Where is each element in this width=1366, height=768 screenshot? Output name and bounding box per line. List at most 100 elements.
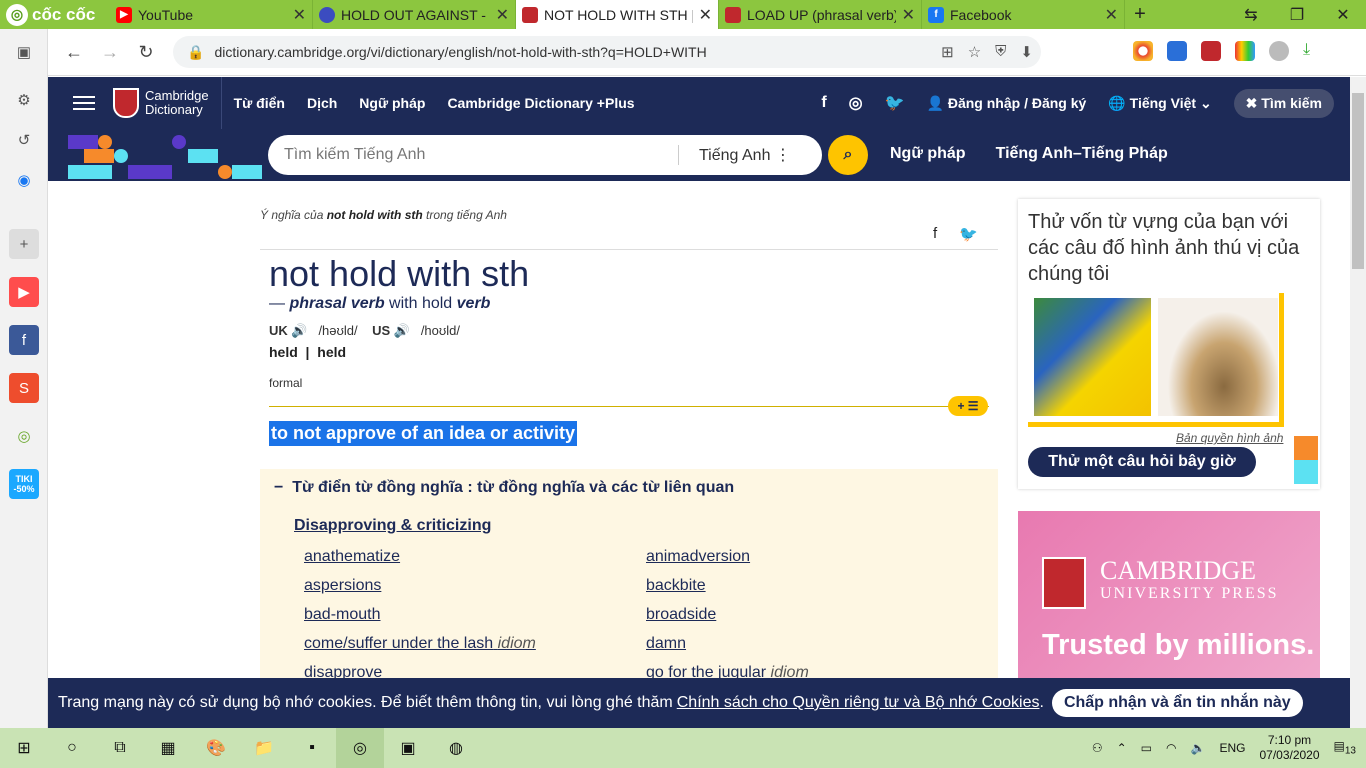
url-field[interactable]: 🔒 dictionary.cambridge.org/vi/dictionary… — [173, 36, 1041, 68]
shopee-icon[interactable]: S — [9, 373, 39, 403]
download-arrow-icon[interactable]: ⤓ — [1303, 41, 1323, 61]
thesaurus-word[interactable]: anathematize — [304, 548, 400, 566]
tab-not-hold-with-sth[interactable]: NOT HOLD WITH STH | ✕ — [516, 0, 719, 29]
advertisement[interactable]: CAMBRIDGE UNIVERSITY PRESS Trusted by mi… — [1018, 511, 1320, 678]
scrollbar-thumb[interactable] — [1352, 93, 1364, 269]
tab-youtube[interactable]: ▶ YouTube ✕ — [110, 0, 313, 29]
close-window-icon[interactable]: ✕ — [1320, 5, 1366, 25]
sticky-notes-icon[interactable]: ▪ — [288, 728, 336, 768]
settings-icon[interactable]: ⚙ — [9, 85, 39, 115]
uk-audio-icon[interactable]: 🔊 — [291, 323, 307, 338]
instagram-icon[interactable]: ◎ — [849, 93, 863, 113]
thesaurus-word[interactable]: go for the jugular idiom — [646, 664, 809, 678]
thesaurus-word[interactable]: come/suffer under the lash idiom — [304, 635, 536, 653]
thesaurus-word[interactable]: aspersions — [304, 577, 381, 595]
maximize-icon[interactable]: ❐ — [1274, 5, 1320, 25]
youtube-icon[interactable]: ▶ — [9, 277, 39, 307]
menu-icon[interactable] — [73, 96, 95, 110]
quiz-button[interactable]: Thử một câu hỏi bây giờ — [1028, 447, 1256, 477]
chevron-up-icon[interactable]: ⌃ — [1117, 741, 1127, 755]
restore-tabs-icon[interactable]: ⇆ — [1228, 5, 1274, 25]
nav-translate[interactable]: Dịch — [307, 95, 337, 111]
thesaurus-word[interactable]: animadversion — [646, 548, 750, 566]
app-icon[interactable]: ▦ — [144, 728, 192, 768]
clock[interactable]: 7:10 pm 07/03/2020 — [1259, 733, 1319, 763]
search-icon[interactable]: ⌕ — [828, 135, 868, 175]
file-explorer-icon[interactable]: 📁 — [240, 728, 288, 768]
sidebar-toggle-icon[interactable]: ▣ — [9, 37, 39, 67]
reload-icon[interactable]: ↻ — [128, 42, 164, 63]
nav-plus[interactable]: Cambridge Dictionary +Plus — [447, 95, 634, 111]
notification-icon[interactable]: ▤13 — [1334, 739, 1356, 756]
language-indicator[interactable]: ENG — [1219, 741, 1245, 755]
thesaurus-subheading[interactable]: Disapproving & criticizing — [294, 517, 491, 535]
language-select[interactable]: 🌐 Tiếng Việt ⌄ — [1108, 95, 1211, 112]
thesaurus-heading[interactable]: − Từ điển từ đồng nghĩa : từ đồng nghĩa … — [274, 479, 734, 497]
close-icon[interactable]: ✕ — [902, 5, 915, 25]
close-icon[interactable]: ✕ — [496, 5, 509, 25]
coccoc-taskbar-icon[interactable]: ◎ — [336, 728, 384, 768]
cookie-policy-link[interactable]: Chính sách cho Quyền riêng tư và Bộ nhớ … — [677, 694, 1040, 712]
close-icon[interactable]: ✕ — [293, 5, 306, 25]
volume-icon[interactable]: 🔈 — [1191, 741, 1206, 755]
share-facebook-icon[interactable]: f — [933, 225, 937, 243]
us-audio-icon[interactable]: 🔊 — [394, 323, 410, 338]
search-input[interactable]: Tìm kiếm Tiếng Anh Tiếng Anh ⋮ — [268, 135, 822, 175]
globe-icon — [319, 6, 335, 23]
translate-icon[interactable]: ⊞ — [941, 43, 954, 61]
twitter-icon[interactable]: 🐦 — [885, 93, 905, 113]
close-icon[interactable]: ✕ — [1105, 5, 1118, 25]
avatar[interactable] — [1269, 41, 1289, 61]
facebook-icon[interactable]: f — [9, 325, 39, 355]
extension-color-icon[interactable] — [1235, 41, 1255, 61]
accept-cookies-button[interactable]: Chấp nhận và ẩn tin nhắn này — [1051, 689, 1303, 717]
thesaurus-word[interactable]: backbite — [646, 577, 706, 595]
extension-new-icon[interactable] — [1167, 41, 1187, 61]
forward-icon[interactable]: → — [92, 42, 128, 63]
task-view-icon[interactable]: ⧉ — [96, 728, 144, 768]
share-twitter-icon[interactable]: 🐦 — [959, 225, 978, 243]
nav-dictionary[interactable]: Từ điển — [234, 95, 285, 111]
wifi-icon[interactable]: ◠ — [1166, 741, 1176, 755]
coccoc-icon[interactable]: ◎ — [9, 421, 39, 451]
image-credits-link[interactable]: Bản quyền hình ảnh — [1176, 431, 1283, 445]
messenger-icon[interactable]: ◉ — [9, 165, 39, 195]
tab-facebook[interactable]: f Facebook ✕ — [922, 0, 1125, 29]
shield-icon[interactable]: ⛨ — [995, 43, 1006, 61]
quiz-image[interactable] — [1028, 293, 1284, 427]
close-icon[interactable]: ✕ — [699, 5, 712, 25]
thesaurus-word[interactable]: disapprove — [304, 664, 382, 678]
search-language-select[interactable]: Tiếng Anh ⋮ — [678, 145, 798, 165]
band-link-grammar[interactable]: Ngữ pháp — [890, 145, 966, 163]
tab-hold-out-against[interactable]: HOLD OUT AGAINST - [ ✕ — [313, 0, 516, 29]
download-icon[interactable]: ⬇ — [1020, 43, 1033, 61]
site-logo[interactable]: Cambridge Dictionary — [113, 77, 222, 129]
nav-grammar[interactable]: Ngữ pháp — [359, 95, 425, 111]
tab-load-up[interactable]: LOAD UP (phrasal verb) ✕ — [719, 0, 922, 29]
scrollbar[interactable] — [1350, 77, 1366, 728]
header-search-button[interactable]: ✖ Tìm kiếm — [1233, 88, 1334, 118]
thesaurus-word[interactable]: broadside — [646, 606, 716, 624]
thesaurus-word[interactable]: damn — [646, 635, 686, 653]
facebook-icon[interactable]: f — [821, 94, 826, 112]
browser-menu-button[interactable]: ◎ cốc cốc — [0, 0, 110, 29]
thesaurus-word[interactable]: bad-mouth — [304, 606, 381, 624]
login-link[interactable]: 👤 Đăng nhập / Đăng ký — [927, 95, 1087, 112]
extension-chrome-icon[interactable] — [1133, 41, 1153, 61]
paint-icon[interactable]: 🎨 — [192, 728, 240, 768]
battery-icon[interactable]: ▭ — [1141, 741, 1152, 755]
add-icon[interactable]: + — [9, 229, 39, 259]
search-icon[interactable]: ○ — [48, 728, 96, 768]
app-icon[interactable]: ▣ — [384, 728, 432, 768]
history-icon[interactable]: ↺ — [9, 125, 39, 155]
star-icon[interactable]: ☆ — [968, 43, 981, 61]
windows-start-icon[interactable]: ⊞ — [0, 728, 48, 768]
extension-red-icon[interactable] — [1201, 41, 1221, 61]
tiki-icon[interactable]: TIKI -50% — [9, 469, 39, 499]
people-icon[interactable]: ⚇ — [1092, 741, 1103, 755]
zalo-icon[interactable]: ◍ — [432, 728, 480, 768]
back-icon[interactable]: ← — [56, 42, 92, 63]
band-link-en-fr[interactable]: Tiếng Anh–Tiếng Pháp — [996, 145, 1168, 163]
new-tab-button[interactable]: + — [1125, 0, 1155, 29]
add-to-list-button[interactable]: + ☰ — [948, 396, 988, 416]
